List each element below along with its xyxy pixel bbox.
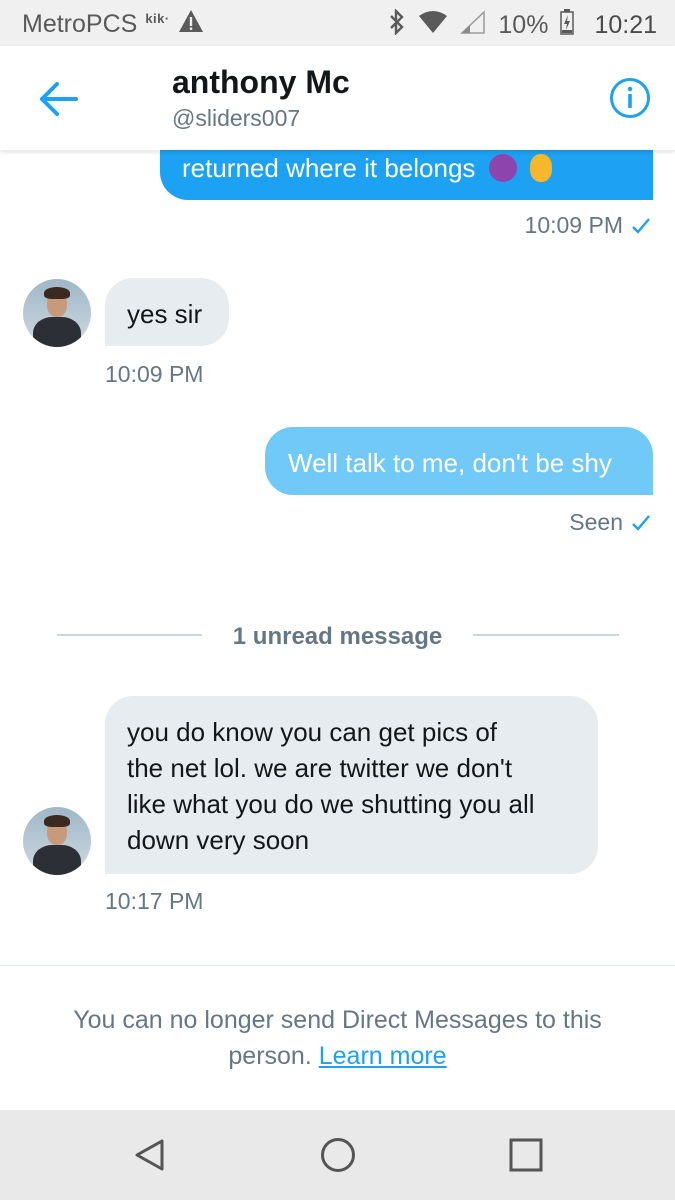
status-clock: 10:21 [594,11,657,39]
square-recents-icon [509,1138,543,1172]
battery-charging-icon [560,9,575,42]
message-text: yes sir [127,299,203,329]
signal-icon [460,10,486,41]
sent-check-icon [632,217,650,234]
system-navigation-bar [0,1110,675,1200]
back-button[interactable] [34,74,84,124]
conversation-title[interactable]: anthony Mc @sliders007 [172,64,350,132]
warning-icon [178,9,204,40]
message-meta: Seen [569,509,651,536]
triangle-back-icon [135,1139,164,1171]
dm-restricted-notice: You can no longer send Direct Messages t… [0,965,675,1110]
sent-message-bubble[interactable]: returned where it belongs [160,150,653,200]
avatar[interactable] [23,279,91,347]
ok-hand-emoji-icon [529,154,552,182]
learn-more-link[interactable]: Learn more [319,1042,447,1070]
contact-name: anthony Mc [172,64,350,100]
status-bar: MetroPCS kik· 10% 10:21 [0,0,675,46]
info-button[interactable] [609,77,651,119]
seen-check-icon [632,514,650,531]
message-timestamp: 10:09 PM [105,361,204,387]
unread-messages-divider: 1 unread message [232,623,443,650]
message-meta: 10:09 PM [525,212,651,239]
divider-line-right [473,634,619,636]
nav-back-button[interactable] [132,1137,168,1173]
message-timestamp: 10:17 PM [105,888,204,914]
battery-percent: 10% [498,11,549,39]
circle-home-icon [321,1138,355,1172]
message-list[interactable]: returned where it belongs 10:09 PM yes s… [0,150,675,965]
message-text: you do know you can get pics of the net … [127,717,535,855]
smiling-devil-emoji-icon [488,154,517,182]
received-message-bubble[interactable]: you do know you can get pics of the net … [105,696,598,874]
avatar[interactable] [23,807,91,875]
nav-recents-button[interactable] [508,1137,544,1173]
sent-message-bubble[interactable]: Well talk to me, don't be shy [265,427,653,495]
bluetooth-icon [388,8,406,42]
received-message-bubble[interactable]: yes sir [105,278,229,346]
seen-status: Seen [569,509,623,535]
nav-home-button[interactable] [320,1137,356,1173]
message-text: returned where it belongs [182,153,476,183]
carrier-label: MetroPCS [22,10,138,38]
wifi-icon [418,10,448,41]
info-icon [610,78,650,118]
message-text: Well talk to me, don't be shy [288,448,612,478]
message-timestamp: 10:09 PM [524,212,623,238]
kik-notification-icon: kik· [145,11,170,26]
conversation-header: anthony Mc @sliders007 [0,46,675,150]
back-arrow-icon [40,82,78,116]
contact-handle: @sliders007 [172,105,301,131]
